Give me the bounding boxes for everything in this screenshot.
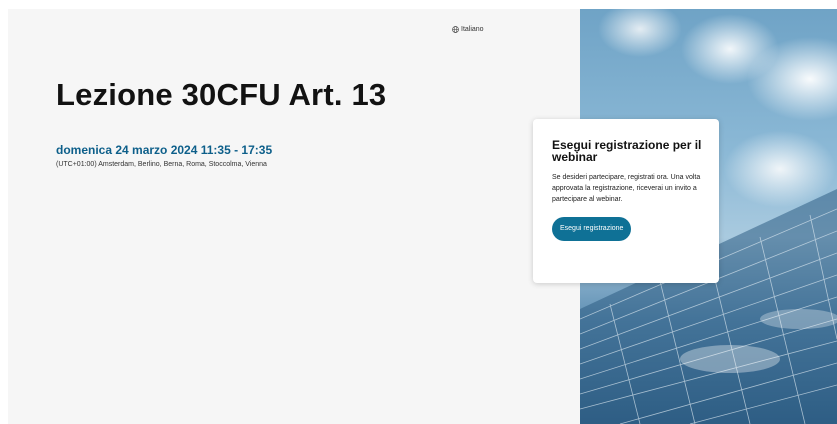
register-button[interactable]: Esegui registrazione [552,217,632,241]
registration-card: Esegui registrazione per il webinar Se d… [533,119,719,283]
registration-card-title: Esegui registrazione per il webinar [552,138,702,164]
globe-icon [452,26,459,33]
page-title: Lezione 30CFU Art. 13 [56,77,387,112]
page-container: Italiano Lezione 30CFU Art. 13 domenica … [8,9,837,424]
language-label: Italiano [461,26,484,33]
registration-card-description: Se desideri partecipare, registrati ora.… [552,174,701,203]
language-selector[interactable]: Italiano [452,26,484,33]
event-date-time: domenica 24 marzo 2024 11:35 - 17:35 [56,143,273,157]
event-timezone: (UTC+01:00) Amsterdam, Berlino, Berna, R… [56,161,267,168]
